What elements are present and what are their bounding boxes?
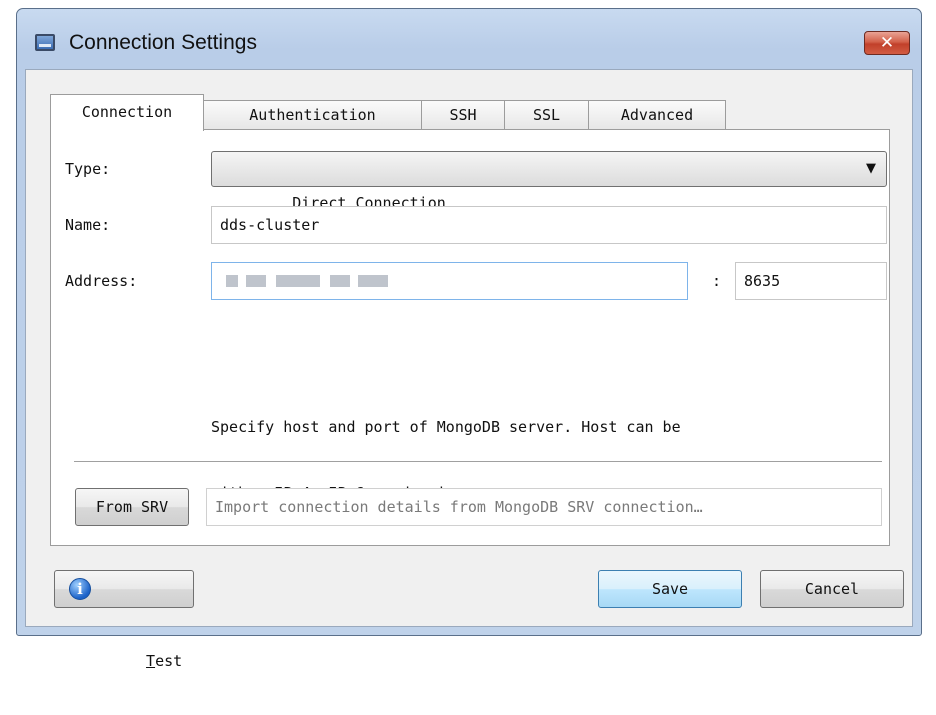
srv-connection-input[interactable]: Import connection details from MongoDB S… xyxy=(206,488,882,526)
test-label-rest: est xyxy=(155,652,183,670)
test-hotkey: T xyxy=(146,652,156,670)
address-input[interactable] xyxy=(211,262,688,300)
dialog-body: Connection Authentication SSH SSL Advanc… xyxy=(25,69,913,670)
type-label: Type: xyxy=(65,160,111,178)
test-button[interactable]: i Test xyxy=(54,570,194,670)
cancel-button[interactable]: Cancel xyxy=(760,570,904,608)
redacted-address xyxy=(226,275,238,287)
redacted-address xyxy=(246,275,266,287)
test-button-label: Test xyxy=(120,652,182,670)
close-button[interactable]: ✕ xyxy=(864,31,910,55)
from-srv-button[interactable]: From SRV xyxy=(75,488,189,526)
close-icon: ✕ xyxy=(879,33,895,53)
title-bar[interactable]: Connection Settings ✕ xyxy=(17,9,921,69)
redacted-address xyxy=(276,275,320,287)
save-button[interactable]: Save xyxy=(598,570,742,608)
tab-ssh[interactable]: SSH xyxy=(421,100,505,130)
connection-settings-window: Connection Settings ✕ Connection Authent… xyxy=(16,8,922,670)
window-icon xyxy=(35,34,55,51)
port-separator: : xyxy=(712,272,722,290)
window-title: Connection Settings xyxy=(69,31,257,54)
name-input[interactable]: dds-cluster xyxy=(211,206,887,244)
redacted-address xyxy=(358,275,388,287)
name-label: Name: xyxy=(65,216,111,234)
tab-ssl[interactable]: SSL xyxy=(504,100,589,130)
tab-advanced[interactable]: Advanced xyxy=(588,100,726,130)
redacted-address xyxy=(330,275,350,287)
address-hint-line1: Specify host and port of MongoDB server.… xyxy=(211,418,681,436)
info-icon: i xyxy=(69,578,91,600)
tab-authentication[interactable]: Authentication xyxy=(203,100,422,130)
tab-connection[interactable]: Connection xyxy=(50,94,204,131)
dropdown-arrow-icon: ▼ xyxy=(866,161,876,176)
address-label: Address: xyxy=(65,272,138,290)
type-select[interactable]: Direct Connection ▼ xyxy=(211,151,887,212)
section-divider xyxy=(74,461,882,462)
connection-tab-panel: Type: Direct Connection ▼ Name: dds-clus… xyxy=(50,129,890,546)
port-input[interactable]: 8635 xyxy=(735,262,887,300)
